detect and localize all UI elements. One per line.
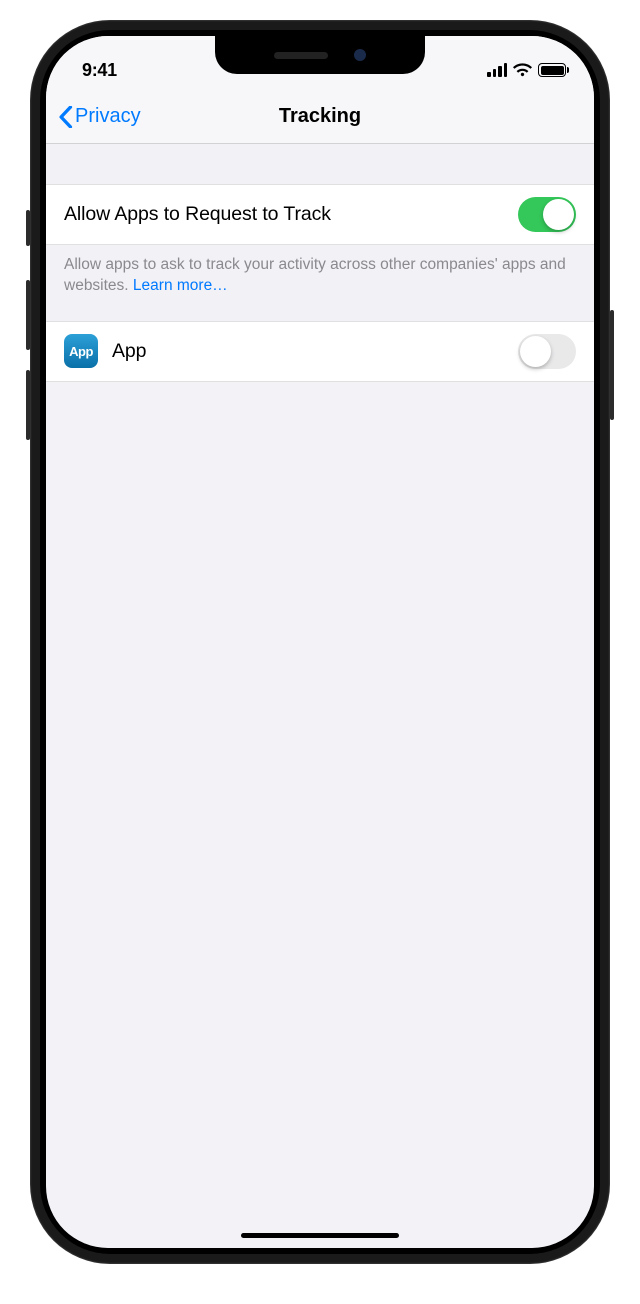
- chevron-left-icon: [58, 106, 73, 128]
- phone-frame: 9:41 Privacy Tracking: [30, 20, 610, 1264]
- back-button[interactable]: Privacy: [58, 105, 141, 128]
- learn-more-link[interactable]: Learn more…: [133, 277, 228, 294]
- allow-tracking-label: Allow Apps to Request to Track: [64, 203, 518, 226]
- home-indicator[interactable]: [241, 1233, 399, 1238]
- toggle-knob: [520, 336, 551, 367]
- power-button[interactable]: [610, 310, 614, 420]
- section-footer: Allow apps to ask to track your activity…: [46, 245, 594, 321]
- allow-tracking-toggle[interactable]: [518, 197, 576, 232]
- front-camera: [354, 49, 366, 61]
- back-label: Privacy: [75, 105, 141, 128]
- earpiece-speaker: [274, 52, 328, 59]
- allow-tracking-row: Allow Apps to Request to Track: [46, 184, 594, 245]
- phone-bezel: 9:41 Privacy Tracking: [40, 30, 600, 1254]
- status-time: 9:41: [82, 60, 117, 81]
- app-icon-label: App: [69, 344, 93, 359]
- cellular-signal-icon: [487, 63, 507, 77]
- section-spacer: [46, 144, 594, 184]
- status-indicators: [487, 63, 566, 77]
- wifi-icon: [513, 63, 532, 77]
- navigation-bar: Privacy Tracking: [46, 90, 594, 144]
- screen: 9:41 Privacy Tracking: [46, 36, 594, 1248]
- mute-switch[interactable]: [26, 210, 30, 246]
- notch: [215, 36, 425, 74]
- app-row: App App: [46, 321, 594, 382]
- volume-down-button[interactable]: [26, 370, 30, 440]
- app-label: App: [112, 340, 518, 363]
- battery-icon: [538, 63, 566, 77]
- app-icon: App: [64, 334, 98, 368]
- volume-up-button[interactable]: [26, 280, 30, 350]
- app-tracking-toggle[interactable]: [518, 334, 576, 369]
- content: Allow Apps to Request to Track Allow app…: [46, 144, 594, 382]
- toggle-knob: [543, 199, 574, 230]
